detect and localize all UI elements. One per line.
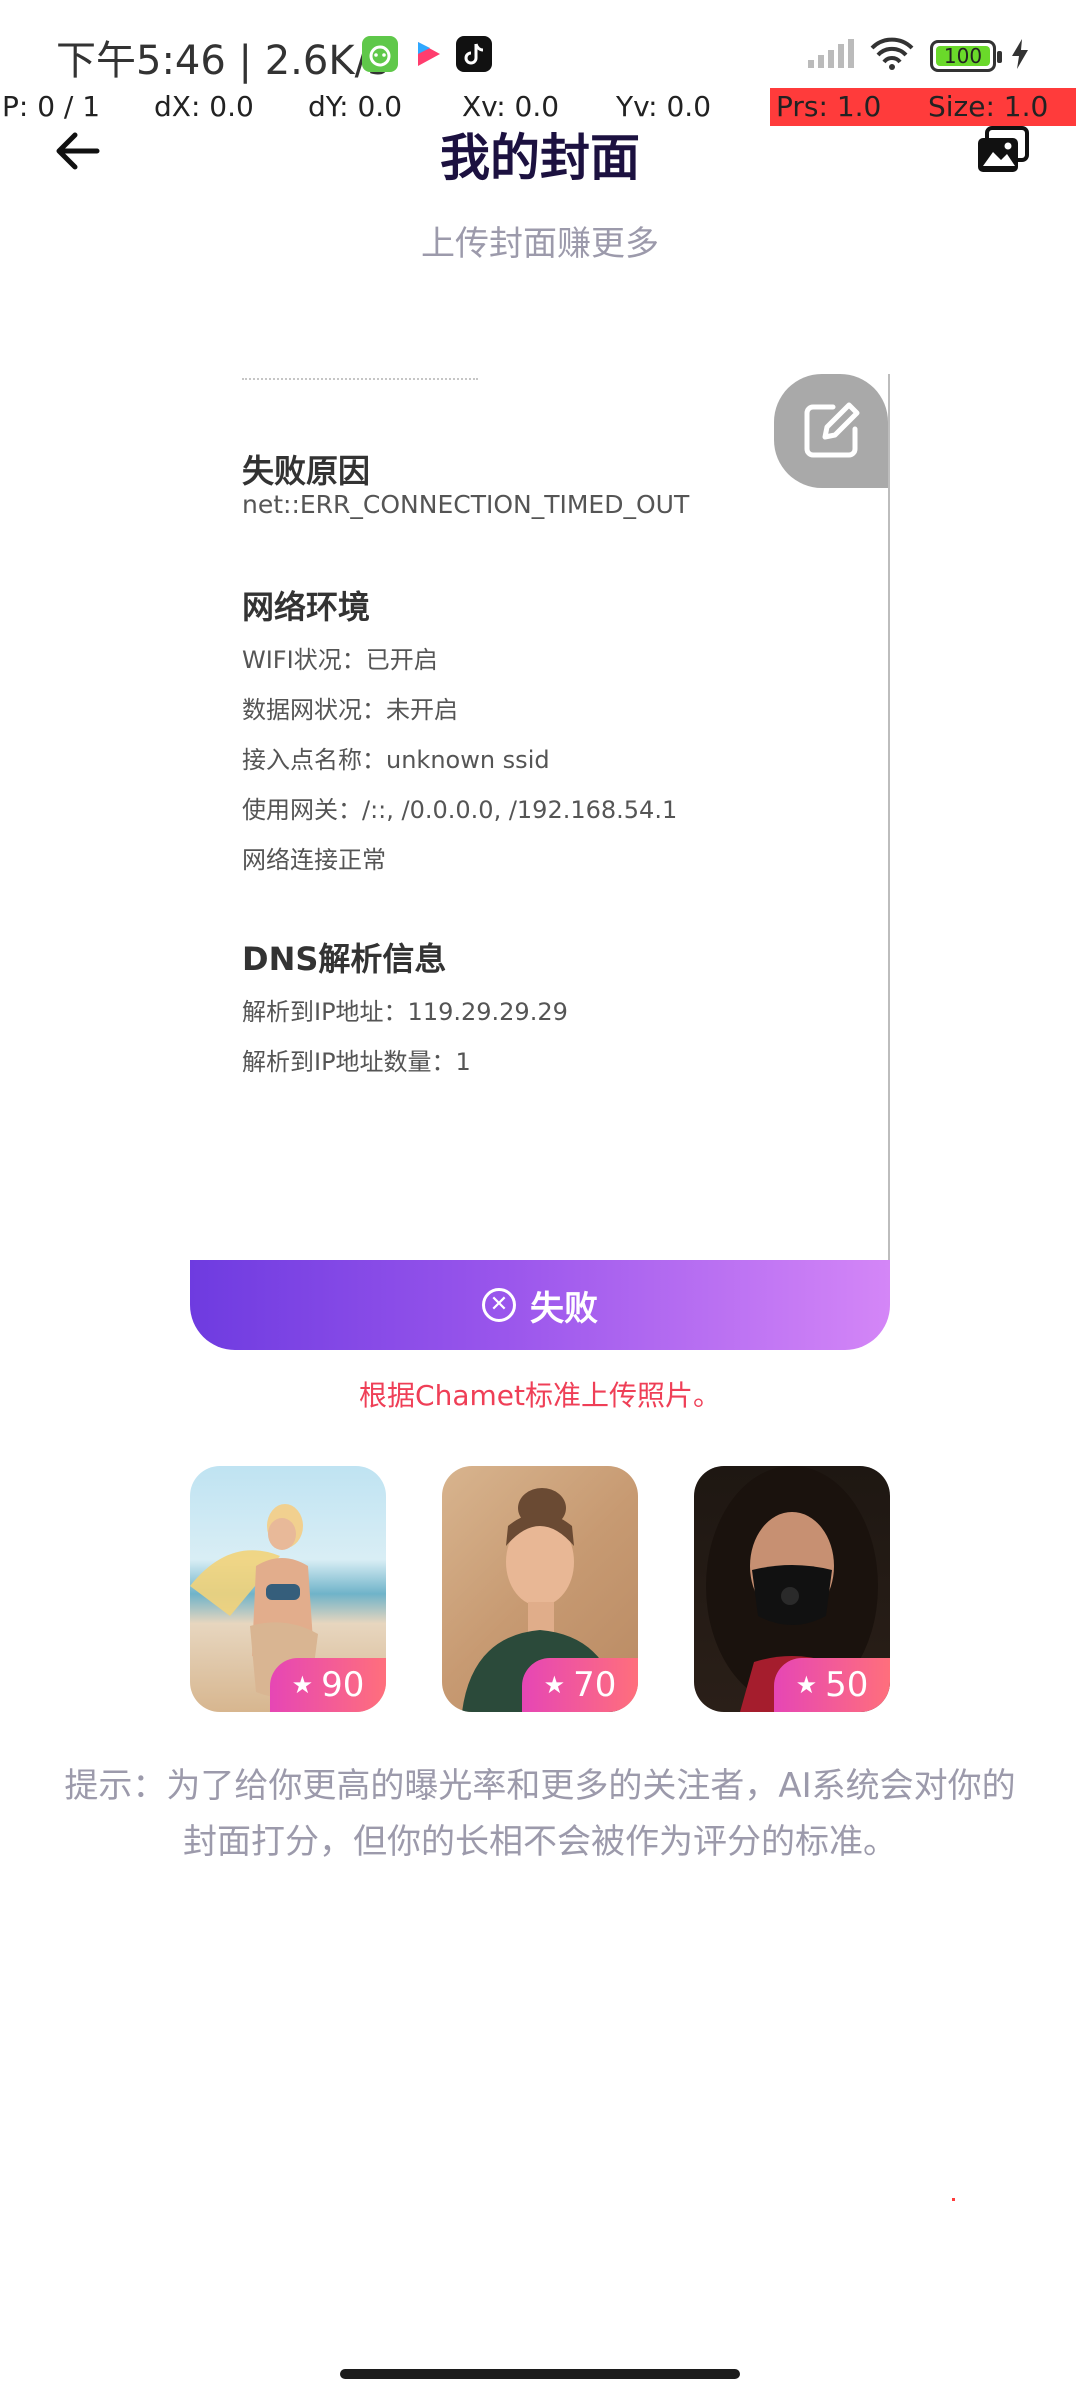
fail-circle-x-icon: ✕ — [482, 1288, 516, 1322]
score-value: 90 — [321, 1665, 365, 1705]
star-icon: ★ — [795, 1671, 818, 1699]
fail-reason-title: 失败原因 — [242, 452, 371, 490]
score-badge: ★ 70 — [522, 1658, 638, 1712]
score-badge: ★ 90 — [270, 1658, 386, 1712]
battery-level: 100 — [943, 44, 983, 68]
network-line: 网络连接正常 — [242, 846, 386, 874]
gallery-icon — [978, 126, 1029, 172]
charging-icon — [1010, 38, 1030, 74]
gallery-button[interactable] — [970, 118, 1036, 184]
network-title: 网络环境 — [242, 588, 371, 626]
review-status-bar: ✕ 失败 — [190, 1260, 890, 1350]
status-bar: 下午5:46 | 2.6K/s 100 — [0, 0, 1080, 100]
fail-reason-text: net::ERR_CONNECTION_TIMED_OUT — [242, 490, 690, 519]
edit-cover-button[interactable] — [774, 374, 888, 488]
sample-photo: ★ 90 — [190, 1466, 386, 1712]
upload-standard-hint: 根据Chamet标准上传照片。 — [359, 1379, 721, 1412]
status-time: 下午5:46 | 2.6K/s — [56, 38, 389, 84]
star-icon: ★ — [543, 1671, 566, 1699]
network-line: 接入点名称：unknown ssid — [242, 746, 550, 774]
network-line: 数据网状况：未开启 — [242, 696, 458, 724]
star-icon: ★ — [291, 1671, 314, 1699]
home-indicator[interactable] — [340, 2369, 740, 2379]
stray-dot — [952, 2198, 955, 2201]
dns-title: DNS解析信息 — [242, 940, 447, 978]
scoring-tip: 提示：为了给你更高的曝光率和更多的关注者，AI系统会对你的封面打分，但你的长相不… — [64, 1766, 1016, 1862]
sample-photo: ★ 70 — [442, 1466, 638, 1712]
signal-icon — [806, 38, 854, 74]
network-line: 使用网关：/::, /0.0.0.0, /192.168.54.1 — [242, 796, 678, 824]
score-badge: ★ 50 — [774, 1658, 890, 1712]
edit-icon — [804, 402, 860, 458]
review-status-label: 失败 — [530, 1288, 598, 1329]
cover-page: 下午5:46 | 2.6K/s 100 P: 0 / 1 dX: 0.0 dY:… — [0, 0, 1080, 2400]
system-indicators: 100 — [806, 36, 1030, 76]
score-value: 70 — [573, 1665, 617, 1705]
page-subtitle: 上传封面赚更多 — [421, 224, 659, 264]
cutoff-text-line — [242, 374, 478, 380]
dns-line: 解析到IP地址：119.29.29.29 — [242, 998, 568, 1026]
score-value: 50 — [825, 1665, 869, 1705]
network-line: WIFI状况：已开启 — [242, 646, 438, 674]
page-title: 我的封面 — [440, 129, 640, 187]
dns-line: 解析到IP地址数量：1 — [242, 1048, 471, 1076]
cover-card[interactable]: 失败原因 net::ERR_CONNECTION_TIMED_OUT 网络环境 … — [190, 374, 890, 1350]
android-icon — [362, 36, 398, 72]
wifi-icon — [868, 36, 916, 76]
video-app-icon — [410, 36, 446, 72]
tiktok-icon — [456, 36, 492, 72]
battery-icon: 100 — [930, 40, 1002, 72]
sample-photo: ★ 50 — [694, 1466, 890, 1712]
cover-preview: 失败原因 net::ERR_CONNECTION_TIMED_OUT 网络环境 … — [190, 374, 890, 1260]
